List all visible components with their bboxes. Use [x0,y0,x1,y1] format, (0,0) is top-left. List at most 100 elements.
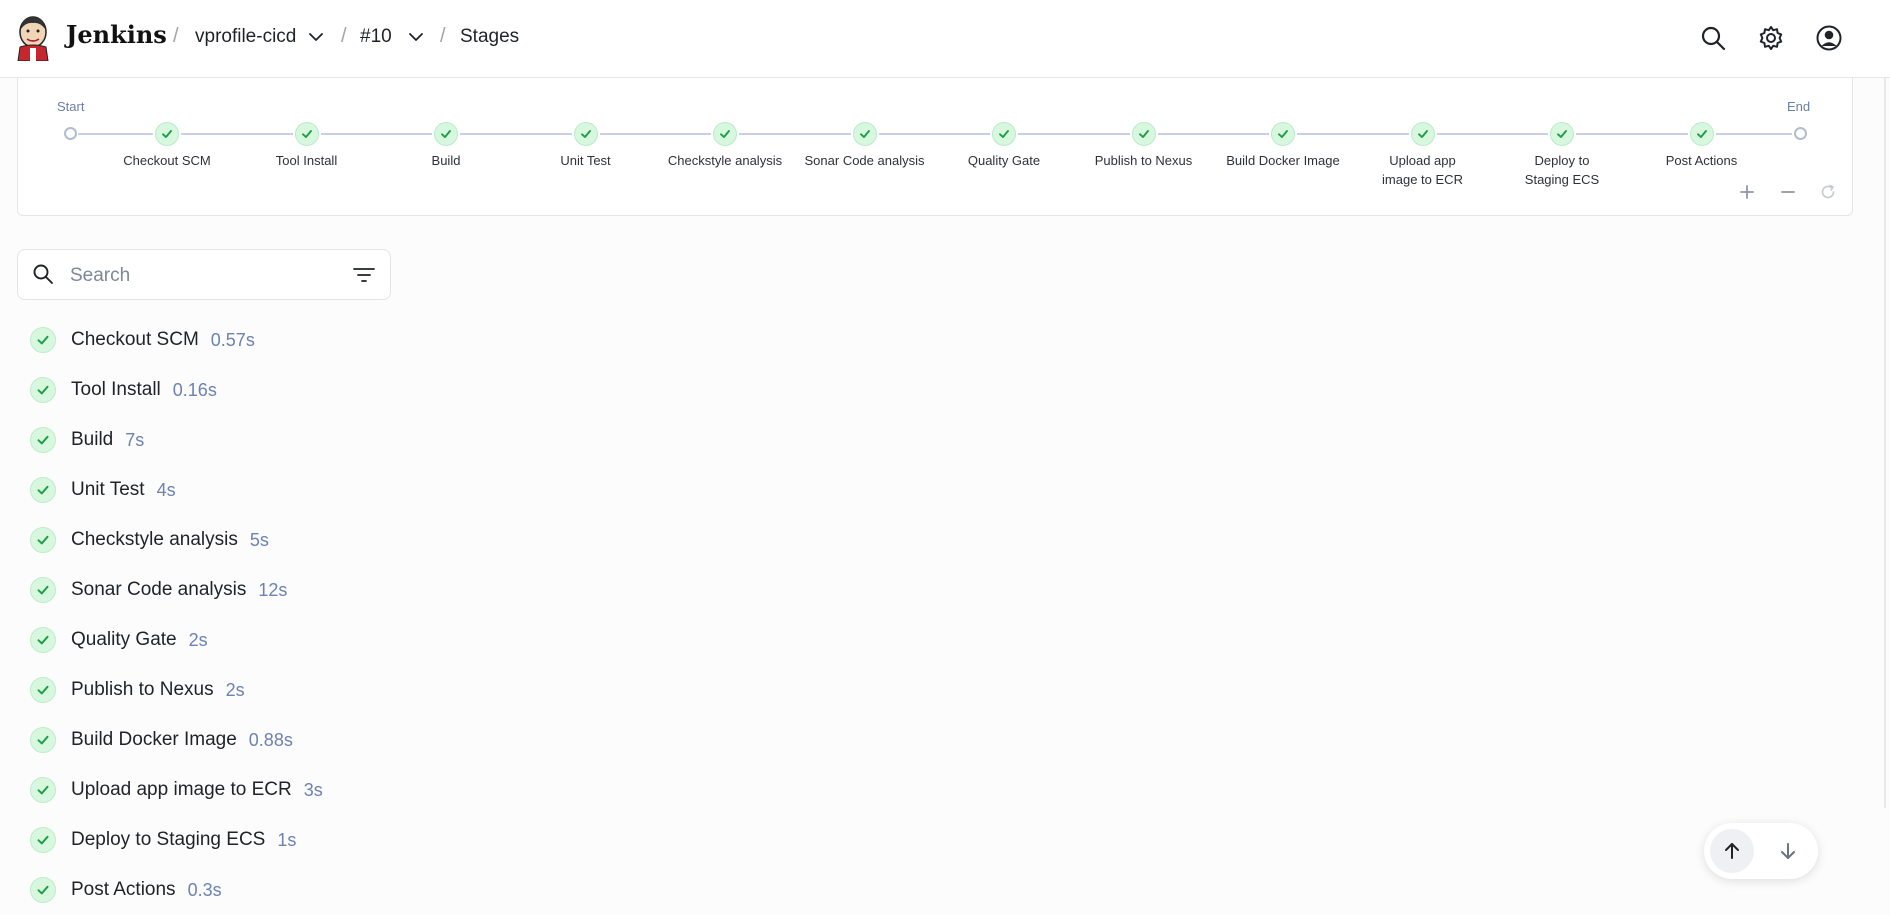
graph-connector [320,133,432,135]
stage-name[interactable]: Post Actions [71,879,176,901]
check-icon [37,635,49,645]
graph-stage-label[interactable]: Checkout SCM [102,151,232,170]
stage-name[interactable]: Deploy to Staging ECS [71,829,265,851]
stage-name[interactable]: Tool Install [71,379,161,401]
stage-name[interactable]: Quality Gate [71,629,177,651]
graph-stage-node[interactable] [1271,122,1295,146]
graph-start-label: Start [57,99,85,114]
breadcrumb-current: Stages [460,26,520,47]
stage-duration: 0.57s [210,329,255,350]
zoom-in-icon[interactable] [1737,182,1757,202]
check-icon [1417,130,1428,138]
graph-stage-node[interactable] [1131,122,1156,146]
stage-duration: 2s [188,629,208,650]
stage-list-item[interactable]: Upload app image to ECR 3s [30,774,323,806]
graph-stage-node[interactable] [1550,122,1574,146]
graph-stage-label[interactable]: Checkstyle analysis [660,151,790,170]
graph-stage-label[interactable]: Build [381,151,511,170]
check-icon [859,130,870,138]
graph-connector [78,133,153,135]
chevron-down-icon[interactable] [307,28,325,46]
gear-icon[interactable] [1757,24,1785,52]
status-success-icon [30,327,56,353]
stage-name[interactable]: Checkout SCM [71,329,199,351]
stage-name[interactable]: Checkstyle analysis [71,529,238,551]
check-icon [441,130,451,138]
graph-stage-node[interactable] [713,122,737,146]
stage-list-item[interactable]: Build 7s [30,424,144,456]
stage-duration: 5s [249,529,269,550]
breadcrumb-separator: / [341,25,347,47]
graph-connector [878,133,990,135]
status-success-icon [30,377,56,403]
stage-duration: 2s [225,679,245,700]
graph-stage-label[interactable]: Unit Test [521,151,651,170]
search-icon [33,264,53,284]
stage-name[interactable]: Unit Test [71,479,145,501]
check-icon [37,435,49,445]
stage-list-item[interactable]: Post Actions 0.3s [30,874,222,906]
stage-name[interactable]: Build [71,429,113,451]
stage-list-item[interactable]: Publish to Nexus 2s [30,674,245,706]
graph-stage-node[interactable] [434,122,458,146]
stage-name[interactable]: Upload app image to ECR [71,779,292,801]
jenkins-logo[interactable] [16,15,50,61]
stage-list-item[interactable]: Quality Gate 2s [30,624,208,656]
graph-stage-label[interactable]: Build Docker Image [1218,151,1348,170]
breadcrumb-job[interactable]: vprofile-cicd [195,26,296,48]
reset-icon[interactable] [1818,182,1838,202]
graph-connector [739,133,851,135]
check-icon [37,585,49,595]
graph-stage-node[interactable] [155,122,179,146]
stage-list-item[interactable]: Unit Test 4s [30,474,176,506]
stage-duration: 1s [277,829,297,850]
graph-stage-node[interactable] [1689,122,1714,146]
arrow-up-icon [1725,843,1739,859]
graph-stage-label[interactable]: Publish to Nexus [1079,151,1209,170]
check-icon [999,130,1009,138]
status-success-icon [30,627,56,653]
graph-stage-label[interactable]: Upload app image to ECR [1373,151,1473,189]
status-success-icon [30,427,56,453]
check-icon [37,335,49,345]
status-success-icon [30,727,56,753]
scroll-down-button[interactable] [1766,829,1810,873]
stage-duration: 7s [125,429,145,450]
graph-stage-label[interactable]: Tool Install [242,151,372,170]
breadcrumb-build[interactable]: #10 [360,26,392,48]
check-icon [37,835,49,845]
brand-title[interactable]: Jenkins [66,20,167,49]
user-icon[interactable] [1815,24,1843,52]
stage-name[interactable]: Publish to Nexus [71,679,214,701]
check-icon [37,885,49,895]
zoom-out-icon[interactable] [1778,182,1798,202]
graph-stage-node[interactable] [1410,122,1435,146]
status-success-icon [30,477,56,503]
search-input[interactable] [68,260,352,292]
stage-list-item[interactable]: Deploy to Staging ECS 1s [30,824,296,856]
graph-stage-node[interactable] [852,122,877,146]
graph-end-node [1794,127,1807,140]
graph-stage-label[interactable]: Post Actions [1637,151,1767,170]
search-icon[interactable] [1699,24,1727,52]
graph-stage-node[interactable] [294,122,319,146]
graph-stage-label[interactable]: Deploy to Staging ECS [1512,151,1612,189]
graph-stage-label[interactable]: Sonar Code analysis [800,151,930,170]
status-success-icon [30,877,56,903]
chevron-down-icon[interactable] [407,28,425,46]
graph-stage-label[interactable]: Quality Gate [939,151,1069,170]
stage-list-item[interactable]: Sonar Code analysis 12s [30,574,287,606]
graph-stage-node[interactable] [573,122,598,146]
stage-name[interactable]: Sonar Code analysis [71,579,246,601]
stage-list-item[interactable]: Checkout SCM 0.57s [30,324,255,356]
stage-list-item[interactable]: Checkstyle analysis 5s [30,524,269,556]
stage-list-item[interactable]: Build Docker Image 0.88s [30,724,293,756]
check-icon [37,685,49,695]
scrollbar[interactable] [1884,78,1886,808]
graph-stage-node[interactable] [992,122,1016,146]
stage-list-item[interactable]: Tool Install 0.16s [30,374,217,406]
scroll-up-button[interactable] [1710,829,1754,873]
search-box [17,249,391,300]
stage-name[interactable]: Build Docker Image [71,729,237,751]
filter-icon[interactable] [352,264,376,286]
